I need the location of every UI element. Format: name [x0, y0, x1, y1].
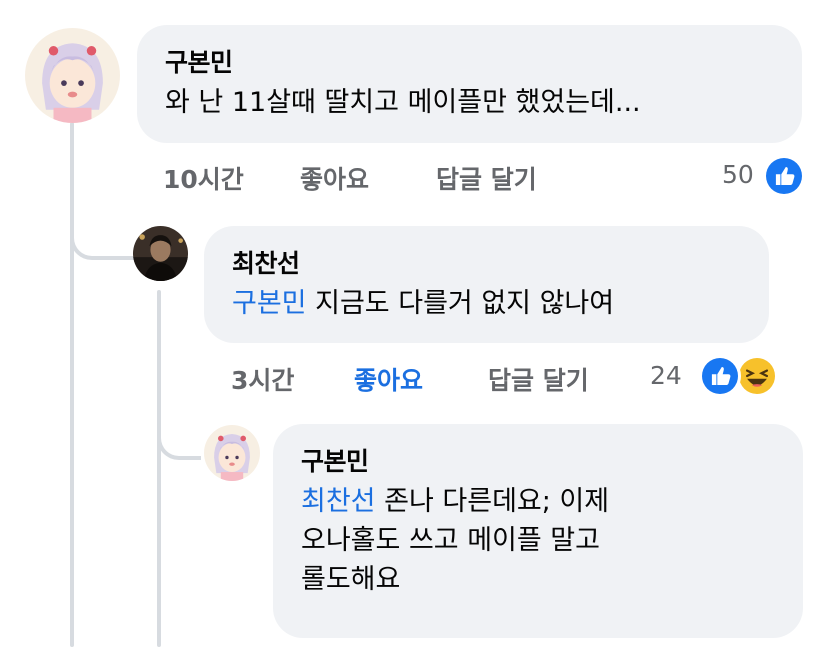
photo-avatar-icon [133, 226, 188, 281]
comment-bubble-2: 최찬선 구본민 지금도 다를거 없지 않나여 [204, 226, 769, 343]
comment-text-line: 오나홀도 쓰고 메이플 말고 [301, 525, 600, 557]
thread-elbow-reply-1 [70, 200, 134, 260]
comment-bubble-1: 구본민 와 난 11살때 딸치고 메이플만 했었는데... [137, 25, 802, 143]
reaction-count[interactable]: 50 [722, 160, 754, 189]
haha-icon[interactable] [736, 355, 778, 397]
comment-time[interactable]: 10시간 [163, 160, 244, 196]
comment-author[interactable]: 구본민 [301, 442, 775, 478]
reply-button[interactable]: 답글 달기 [488, 361, 589, 397]
avatar-commenter-1[interactable] [25, 28, 120, 123]
comment-author[interactable]: 구본민 [165, 43, 774, 79]
avatar-commenter-3[interactable] [204, 425, 260, 481]
reply-button[interactable]: 답글 달기 [436, 160, 537, 196]
comment-text-line: 최찬선 존나 다른데요; 이제 [301, 482, 775, 521]
comment-time[interactable]: 3시간 [231, 361, 294, 397]
comment-text-line: 롤도해요 [301, 564, 401, 596]
like-button[interactable]: 좋아요 [300, 160, 369, 196]
comment-author[interactable]: 최찬선 [232, 244, 741, 280]
like-button-active[interactable]: 좋아요 [354, 361, 423, 397]
reaction-count[interactable]: 24 [650, 361, 682, 390]
comment-bubble-3: 구본민 최찬선 존나 다른데요; 이제 오나홀도 쓰고 메이플 말고 롤도해요 [273, 424, 803, 638]
mention-link[interactable]: 최찬선 [301, 486, 376, 517]
thread-line-reply [157, 290, 161, 647]
thread-elbow-reply-2 [157, 410, 201, 460]
anime-avatar-icon [204, 425, 260, 481]
like-icon[interactable] [763, 155, 805, 197]
mention-link[interactable]: 구본민 [232, 288, 307, 319]
anime-avatar-icon [25, 28, 120, 123]
like-icon[interactable] [699, 355, 741, 397]
comment-text: 와 난 11살때 딸치고 메이플만 했었는데... [165, 87, 641, 118]
avatar-commenter-2[interactable] [133, 226, 188, 281]
comment-text: 지금도 다를거 없지 않나여 [315, 288, 615, 319]
comment-text: 존나 다른데요; 이제 [384, 486, 610, 517]
comment-text-line: 구본민 지금도 다를거 없지 않나여 [232, 284, 741, 323]
